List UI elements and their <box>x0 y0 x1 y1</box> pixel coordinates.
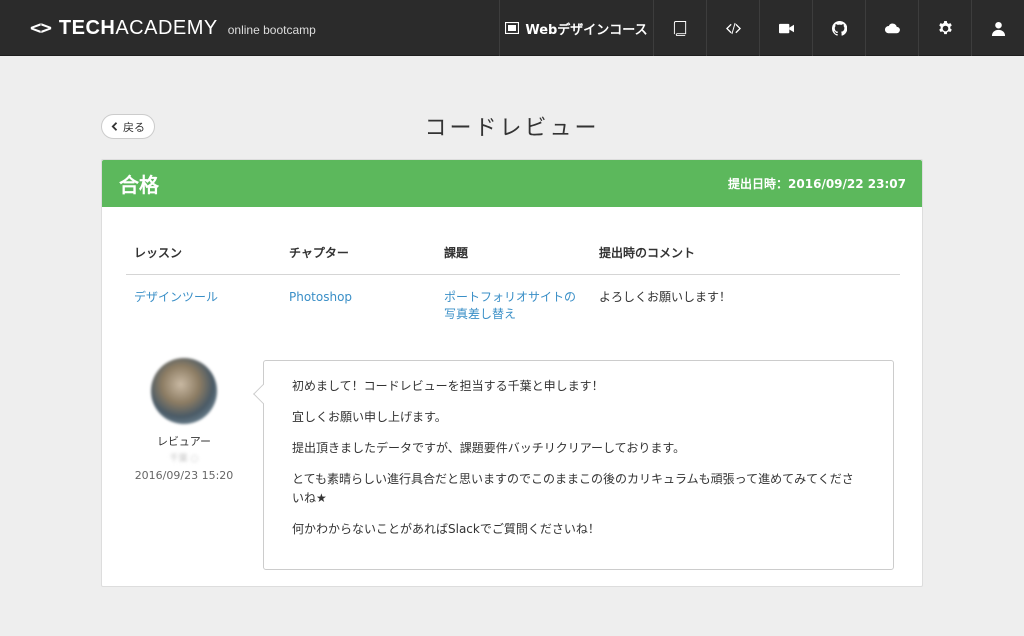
review-status-header: 合格 提出日時：2016/09/22 23:07 <box>102 160 922 207</box>
review-message-line: 何かわからないことがあればSlackでご質問くださいね！ <box>292 522 600 536</box>
course-menu-button[interactable]: Webデザインコース <box>499 0 653 56</box>
task-link-line-1: ポートフォリオサイトの <box>444 289 577 304</box>
techacademy-logo[interactable]: <> TECH ACADEMY online bootcamp <box>30 14 316 42</box>
video-camera-icon <box>778 23 794 33</box>
review-card: 合格 提出日時：2016/09/22 23:07 レッスン チャプター 課題 提… <box>101 159 923 587</box>
bubble-arrow <box>253 384 273 404</box>
column-header-task: 課題 <box>436 232 591 275</box>
column-header-comment: 提出時のコメント <box>591 232 900 275</box>
review-status: 合格 <box>119 173 159 197</box>
task-link-line-2: 写真差し替え <box>444 306 517 321</box>
reviewer-role: レビュアー <box>156 435 212 448</box>
nav-cloud-button[interactable] <box>865 0 918 56</box>
course-label: Webデザインコース <box>525 22 648 38</box>
top-navbar: <> TECH ACADEMY online bootcamp Webデザインコ… <box>0 0 1024 56</box>
nav-github-button[interactable] <box>812 0 865 56</box>
nav-settings-button[interactable] <box>918 0 971 56</box>
gear-icon <box>938 20 952 34</box>
submission-comment: よろしくお願いします！ <box>599 289 732 304</box>
user-icon <box>991 21 1005 36</box>
task-link[interactable]: ポートフォリオサイトの 写真差し替え <box>444 290 576 321</box>
chapter-link[interactable]: Photoshop <box>289 290 352 304</box>
column-header-lesson: レッスン <box>126 232 281 275</box>
reviewer-info: レビュアー 千葉 ○ 2016/09/23 15:20 <box>132 358 236 482</box>
code-icon <box>725 22 741 34</box>
table-header-row: レッスン チャプター 課題 提出時のコメント <box>126 232 900 275</box>
review-message-line: 初めまして！コードレビューを担当する千葉と申します！ <box>292 379 604 393</box>
reviewer-name: 千葉 ○ <box>169 454 199 464</box>
submitted-at: 提出日時：2016/09/22 23:07 <box>728 177 906 191</box>
header-nav: Webデザインコース <box>499 0 1024 56</box>
logo-mark: <> <box>30 17 52 39</box>
review-date: 2016/09/23 15:20 <box>134 469 234 482</box>
lesson-link[interactable]: デザインツール <box>134 290 218 304</box>
book-icon <box>673 20 686 36</box>
nav-video-button[interactable] <box>759 0 812 56</box>
review-message-bubble: 初めまして！コードレビューを担当する千葉と申します！ 宜しくお願い申し上げます。… <box>253 360 894 570</box>
logo-academy-text: ACADEMY <box>115 16 218 39</box>
nav-book-button[interactable] <box>653 0 706 56</box>
review-message-line: とても素晴らしい進行具合だと思いますのでこのままこの後のカリキュラムも頑張って進… <box>292 472 854 505</box>
reviewer-avatar <box>151 358 217 424</box>
page-title: コードレビュー <box>424 116 600 141</box>
review-message-line: 宜しくお願い申し上げます。 <box>292 410 447 424</box>
nav-account-button[interactable] <box>971 0 1024 56</box>
nav-code-button[interactable] <box>706 0 759 56</box>
cloud-icon <box>884 23 900 33</box>
review-message-line: 提出頂きましたデータですが、課題要件バッチリクリアーしております。 <box>292 441 686 455</box>
submission-info-table: レッスン チャプター 課題 提出時のコメント デザインツール Photoshop… <box>126 232 900 323</box>
logo-subtitle: online bootcamp <box>227 23 316 37</box>
github-icon <box>831 20 847 36</box>
table-row: デザインツール Photoshop ポートフォリオサイトの 写真差し替え よろしく… <box>126 274 900 323</box>
course-icon <box>505 22 520 34</box>
logo-tech-text: TECH <box>58 16 116 39</box>
column-header-chapter: チャプター <box>281 232 436 275</box>
